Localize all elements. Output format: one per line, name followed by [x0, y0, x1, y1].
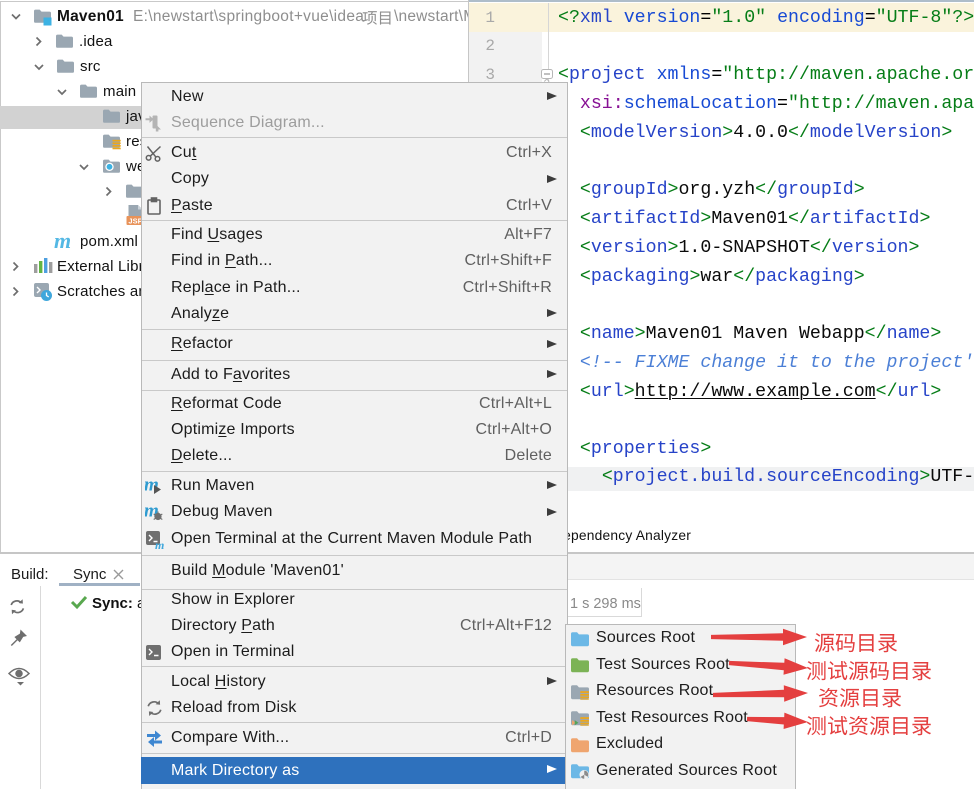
svg-text:m: m [155, 538, 164, 549]
svg-text:m: m [145, 477, 159, 496]
svg-text:m: m [54, 228, 71, 253]
